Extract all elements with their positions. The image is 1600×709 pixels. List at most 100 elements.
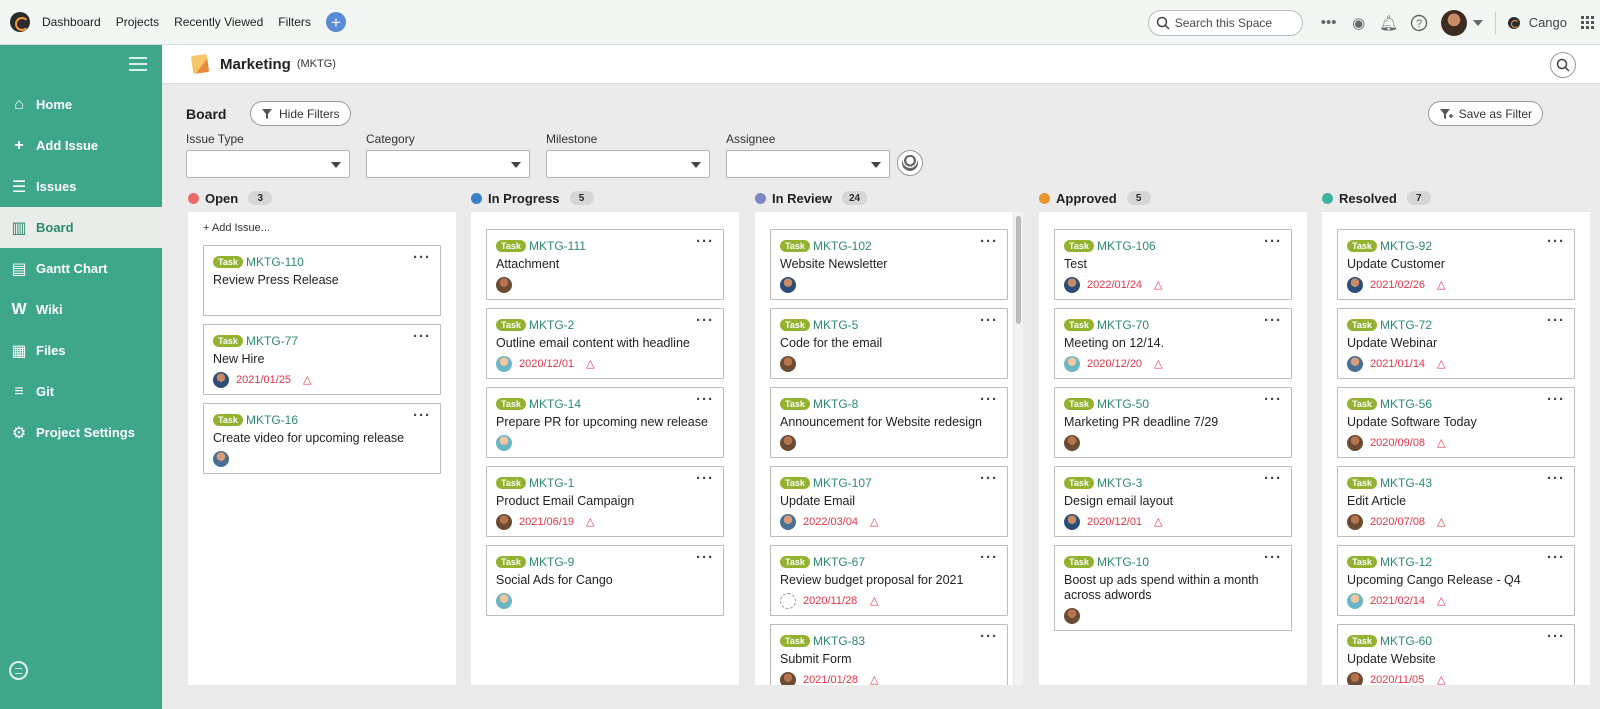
assignee-avatar[interactable] <box>780 514 796 530</box>
issue-key-link[interactable]: MKTG-92 <box>1380 239 1432 253</box>
issue-card[interactable]: Task MKTG-56 ··· Update Software Today 2020/… <box>1337 387 1575 458</box>
more-horizontal-icon[interactable]: ··· <box>1547 312 1565 329</box>
issue-key-link[interactable]: MKTG-10 <box>1097 555 1149 569</box>
save-as-filter-button[interactable]: Save as Filter <box>1427 101 1543 126</box>
issue-card[interactable]: Task MKTG-43 ··· Edit Article 2020/07/08 △ <box>1337 466 1575 537</box>
issue-card[interactable]: Task MKTG-16 ··· Create video for upcoming … <box>203 403 441 474</box>
sidebar-item-home[interactable]: ⌂ Home <box>0 84 162 125</box>
assignee-avatar[interactable] <box>780 593 796 609</box>
issue-card[interactable]: Task MKTG-67 ··· Review budget proposal for… <box>770 545 1008 616</box>
issue-key-link[interactable]: MKTG-3 <box>1097 476 1142 490</box>
project-name[interactable]: Marketing <box>220 56 291 73</box>
search-input[interactable] <box>1174 15 1295 30</box>
issue-key-link[interactable]: MKTG-16 <box>246 413 298 427</box>
plus-circle-icon[interactable]: + <box>325 12 346 32</box>
issue-key-link[interactable]: MKTG-14 <box>529 397 581 411</box>
issue-card[interactable]: Task MKTG-92 ··· Update Customer 2021/02/26 △ <box>1337 229 1575 300</box>
assignee-avatar[interactable] <box>213 451 229 467</box>
assignee-avatar[interactable] <box>1347 356 1363 372</box>
issue-card[interactable]: Task MKTG-72 ··· Update Webinar 2021/01/14 △ <box>1337 308 1575 379</box>
more-horizontal-icon[interactable]: ··· <box>980 312 998 329</box>
more-horizontal-icon[interactable]: ··· <box>1547 233 1565 250</box>
issue-key-link[interactable]: MKTG-106 <box>1097 239 1156 253</box>
chevron-down-icon[interactable] <box>1472 19 1483 26</box>
assignee-avatar[interactable] <box>780 435 796 451</box>
nav-dashboard[interactable]: Dashboard <box>42 15 101 29</box>
issue-key-link[interactable]: MKTG-72 <box>1380 318 1432 332</box>
more-horizontal-icon[interactable]: ··· <box>1547 628 1565 645</box>
assignee-avatar[interactable] <box>1347 514 1363 530</box>
more-horizontal-icon[interactable]: ··· <box>1264 549 1282 566</box>
issue-card[interactable]: Task MKTG-107 ··· Update Email 2022/03/04 △ <box>770 466 1008 537</box>
issue-key-link[interactable]: MKTG-5 <box>813 318 858 332</box>
issue-card[interactable]: Task MKTG-1 ··· Product Email Campaign 2021/… <box>486 466 724 537</box>
assignee-avatar[interactable] <box>1347 593 1363 609</box>
more-horizontal-icon[interactable]: ··· <box>980 233 998 250</box>
assignee-avatar[interactable] <box>496 435 512 451</box>
sidebar-item-git[interactable]: ≡ Git <box>0 371 162 412</box>
chat-icon[interactable] <box>9 661 28 680</box>
assignee-avatar[interactable] <box>1347 277 1363 293</box>
issue-card[interactable]: Task MKTG-50 ··· Marketing PR deadline 7/29 <box>1054 387 1292 458</box>
issue-card[interactable]: Task MKTG-5 ··· Code for the email <box>770 308 1008 379</box>
issue-key-link[interactable]: MKTG-111 <box>529 239 586 253</box>
watch-eye-icon[interactable]: ◉ <box>1345 9 1373 37</box>
sidebar-item-gantt-chart[interactable]: ▤ Gantt Chart <box>0 248 162 289</box>
issue-key-link[interactable]: MKTG-102 <box>813 239 872 253</box>
issue-card[interactable]: Task MKTG-77 ··· New Hire 2021/01/25 △ <box>203 324 441 395</box>
more-horizontal-icon[interactable]: ··· <box>1547 549 1565 566</box>
issue-card[interactable]: Task MKTG-83 ··· Submit Form 2021/01/28 △ <box>770 624 1008 685</box>
add-issue-link[interactable]: + Add Issue... <box>203 222 270 234</box>
nav-filters[interactable]: Filters <box>278 15 311 29</box>
notification-bell-icon[interactable]: 🔔︎ <box>1375 9 1403 37</box>
issue-key-link[interactable]: MKTG-8 <box>813 397 858 411</box>
issue-key-link[interactable]: MKTG-83 <box>813 634 865 648</box>
assignee-avatar[interactable] <box>213 372 229 388</box>
issue-card[interactable]: Task MKTG-60 ··· Update Website 2020/11/05 △ <box>1337 624 1575 685</box>
hamburger-menu-icon[interactable] <box>129 57 147 71</box>
more-horizontal-icon[interactable]: ··· <box>1264 391 1282 408</box>
issue-card[interactable]: Task MKTG-10 ··· Boost up ads spend within … <box>1054 545 1292 631</box>
issue-key-link[interactable]: MKTG-56 <box>1380 397 1432 411</box>
issue-key-link[interactable]: MKTG-77 <box>246 334 298 348</box>
more-horizontal-icon[interactable]: ··· <box>980 628 998 645</box>
issue-key-link[interactable]: MKTG-107 <box>813 476 872 490</box>
more-horizontal-icon[interactable]: ··· <box>980 549 998 566</box>
more-horizontal-icon[interactable]: ··· <box>696 470 714 487</box>
issue-card[interactable]: Task MKTG-2 ··· Outline email content with … <box>486 308 724 379</box>
sidebar-item-project-settings[interactable]: ⚙ Project Settings <box>0 412 162 453</box>
nav-projects[interactable]: Projects <box>116 15 159 29</box>
assignee-avatar[interactable] <box>780 277 796 293</box>
assignee-avatar[interactable] <box>496 593 512 609</box>
issue-key-link[interactable]: MKTG-110 <box>246 255 304 269</box>
issue-card[interactable]: Task MKTG-3 ··· Design email layout 2020/12/… <box>1054 466 1292 537</box>
issue-key-link[interactable]: MKTG-9 <box>529 555 574 569</box>
more-horizontal-icon[interactable]: ··· <box>696 233 714 250</box>
sidebar-item-wiki[interactable]: W Wiki <box>0 289 162 330</box>
more-horizontal-icon[interactable]: ··· <box>696 391 714 408</box>
sidebar-item-add-issue[interactable]: + Add Issue <box>0 125 162 166</box>
assignee-avatar[interactable] <box>1064 435 1080 451</box>
assign-to-me-icon[interactable] <box>897 150 923 176</box>
org-name[interactable]: Cango <box>1529 15 1567 30</box>
more-horizontal-icon[interactable]: ··· <box>1264 470 1282 487</box>
more-horizontal-icon[interactable]: ··· <box>980 391 998 408</box>
assignee-avatar[interactable] <box>780 672 796 685</box>
assignee-select[interactable] <box>726 150 890 178</box>
sidebar-item-board[interactable]: ▥ Board <box>0 207 162 248</box>
more-horizontal-icon[interactable]: ··· <box>980 470 998 487</box>
issue-key-link[interactable]: MKTG-1 <box>529 476 574 490</box>
sidebar-item-files[interactable]: ▦ Files <box>0 330 162 371</box>
more-horizontal-icon[interactable]: ··· <box>413 407 431 424</box>
more-horizontal-icon[interactable]: ··· <box>696 549 714 566</box>
more-horizontal-icon[interactable]: ··· <box>1264 233 1282 250</box>
category-select[interactable] <box>366 150 530 178</box>
issue-card[interactable]: Task MKTG-12 ··· Upcoming Cango Release - Q… <box>1337 545 1575 616</box>
issue-key-link[interactable]: MKTG-60 <box>1380 634 1432 648</box>
sidebar-item-issues[interactable]: ☰ Issues <box>0 166 162 207</box>
milestone-select[interactable] <box>546 150 710 178</box>
assignee-avatar[interactable] <box>1064 608 1080 624</box>
issue-card[interactable]: Task MKTG-9 ··· Social Ads for Cango <box>486 545 724 616</box>
more-horizontal-icon[interactable]: ••• <box>1315 9 1343 37</box>
cango-logo-icon[interactable] <box>10 12 30 32</box>
